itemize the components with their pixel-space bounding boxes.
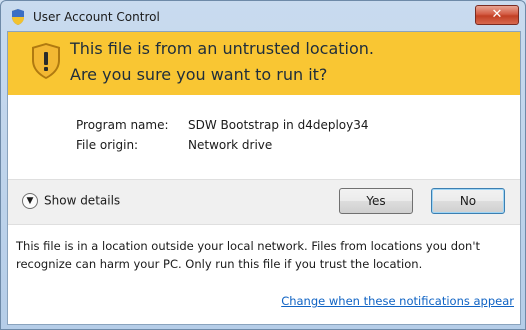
- action-bar: ▼ Show details Yes No: [8, 179, 520, 225]
- uac-shield-icon: [12, 9, 24, 25]
- title-bar[interactable]: User Account Control ✕: [1, 1, 525, 33]
- yes-button[interactable]: Yes: [339, 188, 413, 214]
- banner-title: This file is from an untrusted location.: [70, 39, 374, 58]
- show-details-label: Show details: [44, 193, 121, 208]
- no-button[interactable]: No: [431, 188, 505, 214]
- change-notifications-link[interactable]: Change when these notifications appear: [281, 294, 514, 308]
- program-name-value: SDW Bootstrap in d4deploy34: [188, 118, 369, 132]
- file-origin-value: Network drive: [188, 138, 273, 152]
- close-button[interactable]: ✕: [475, 5, 519, 25]
- banner-question: Are you sure you want to run it?: [70, 65, 328, 84]
- window-title: User Account Control: [33, 10, 160, 24]
- chevron-down-icon: ▼: [22, 193, 38, 209]
- program-name-label: Program name:: [76, 118, 169, 132]
- warning-banner: This file is from an untrusted location.…: [8, 32, 520, 95]
- dialog-body: This file is from an untrusted location.…: [7, 31, 521, 325]
- info-text: This file is in a location outside your …: [16, 239, 480, 271]
- show-details-toggle[interactable]: ▼ Show details: [22, 193, 120, 209]
- uac-dialog: User Account Control ✕ This file is from…: [0, 0, 526, 330]
- file-origin-label: File origin:: [76, 138, 139, 152]
- warning-shield-icon: [32, 43, 60, 79]
